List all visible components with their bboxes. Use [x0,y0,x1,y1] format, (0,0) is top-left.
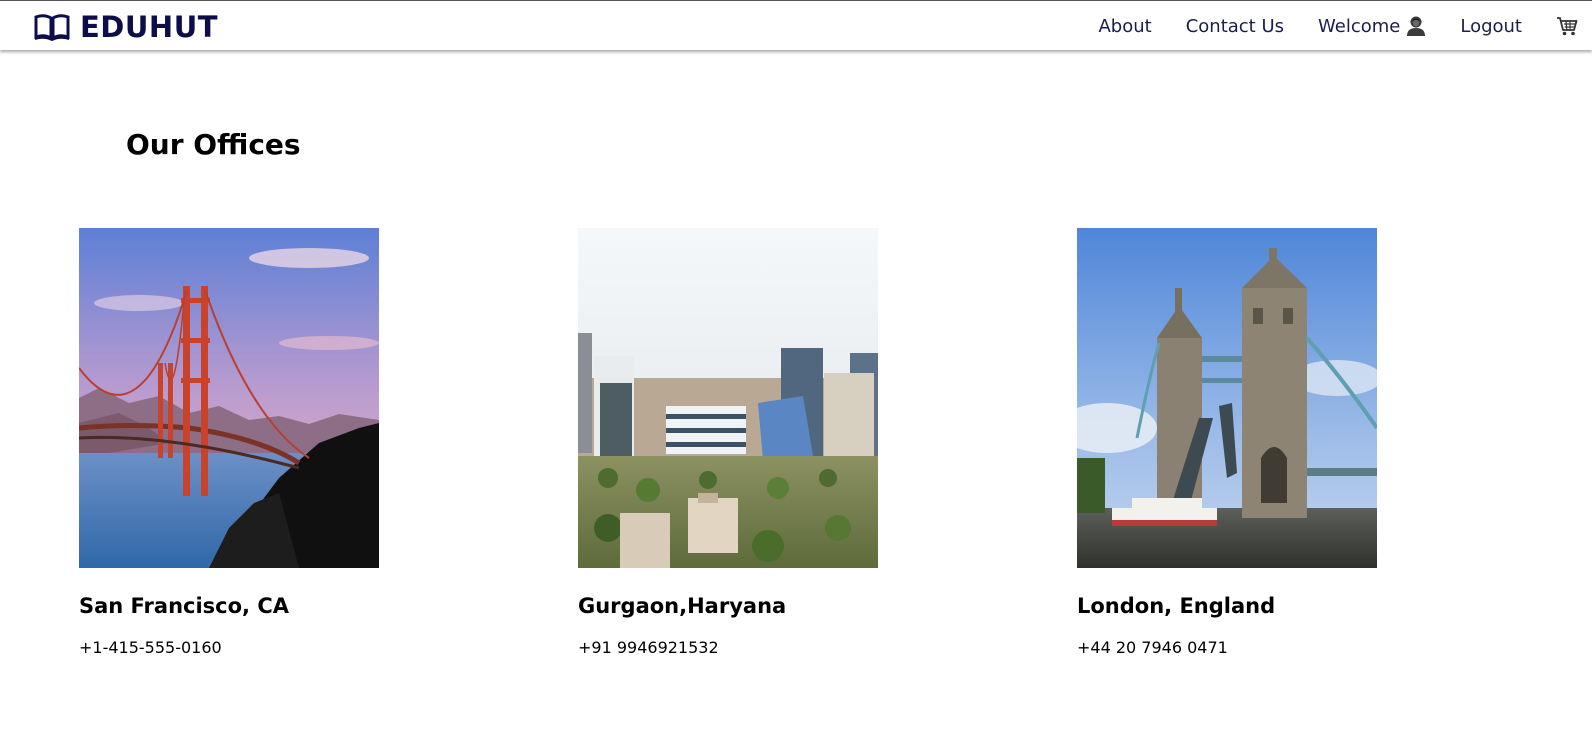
office-photo-gurgaon [578,228,878,568]
nav-links: About Contact Us Welcome Logout [1098,1,1592,51]
nav-welcome-link[interactable]: Welcome [1318,15,1426,37]
office-phone[interactable]: +1-415-555-0160 [79,638,379,657]
top-navbar: EDUHUT About Contact Us Welcome Logout [0,0,1592,50]
shopping-cart-icon [1557,17,1578,36]
nav-logout-link[interactable]: Logout [1460,16,1522,37]
welcome-label: Welcome [1318,15,1401,37]
brand-name: EDUHUT [80,10,219,44]
open-book-icon [34,14,70,41]
office-photo-san-francisco [79,228,379,568]
office-card-london: London, England +44 20 7946 0471 [1077,228,1377,657]
page-title: Our Offices [126,128,301,161]
office-city: London, England [1077,594,1276,618]
office-phone[interactable]: +91 9946921532 [578,638,878,657]
office-photo-london [1077,228,1377,568]
office-city: Gurgaon,Haryana [578,594,787,618]
cart-button[interactable] [1556,15,1578,37]
office-card-gurgaon: Gurgaon,Haryana +91 9946921532 [578,228,878,657]
office-phone[interactable]: +44 20 7946 0471 [1077,638,1377,657]
brand-logo[interactable]: EDUHUT [34,10,219,44]
user-avatar-icon [1407,16,1426,36]
nav-about-link[interactable]: About [1098,16,1151,37]
office-card-san-francisco: San Francisco, CA +1-415-555-0160 [79,228,379,657]
nav-contact-link[interactable]: Contact Us [1186,16,1284,37]
office-city: San Francisco, CA [79,594,290,618]
